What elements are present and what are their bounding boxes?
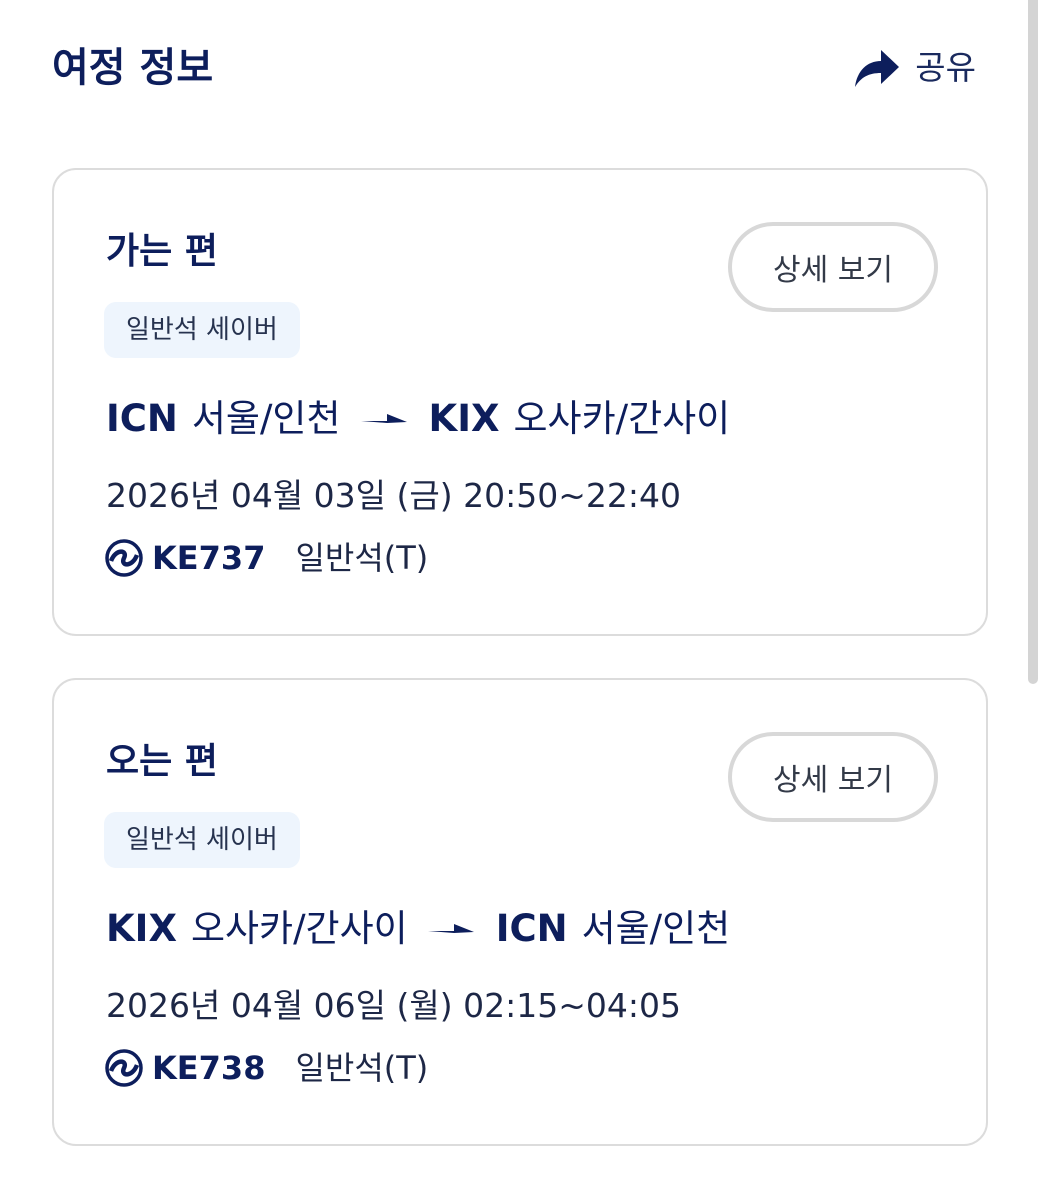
share-button[interactable]: 공유 bbox=[853, 40, 976, 96]
route: KIX 오사카/간사이 ICN 서울/인천 bbox=[106, 902, 730, 956]
leg-card-return: 오는 편 상세 보기 일반석 세이버 KIX 오사카/간사이 ICN 서울/인천… bbox=[52, 678, 988, 1146]
flight-info: KE738 일반석(T) bbox=[104, 1044, 428, 1092]
leg-title: 가는 편 bbox=[106, 231, 218, 272]
origin-name: 서울/인천 bbox=[191, 397, 341, 440]
view-details-button[interactable]: 상세 보기 bbox=[728, 732, 938, 822]
flight-arrow-icon bbox=[360, 414, 407, 423]
destination-code: KIX bbox=[428, 397, 500, 440]
destination-name: 서울/인천 bbox=[581, 907, 731, 950]
seat-class: 일반석(T) bbox=[295, 539, 429, 577]
destination-code: ICN bbox=[495, 907, 568, 950]
flight-datetime: 2026년 04월 06일 (월) 02:15~04:05 bbox=[106, 986, 681, 1025]
leg-title: 오는 편 bbox=[106, 741, 218, 782]
flight-info: KE737 일반석(T) bbox=[104, 534, 428, 582]
share-label: 공유 bbox=[915, 48, 976, 87]
page-title: 여정 정보 bbox=[52, 45, 214, 91]
header: 여정 정보 공유 bbox=[52, 38, 978, 102]
leg-card-outbound: 가는 편 상세 보기 일반석 세이버 ICN 서울/인천 KIX 오사카/간사이… bbox=[52, 168, 988, 636]
fare-class-badge: 일반석 세이버 bbox=[104, 302, 300, 358]
route: ICN 서울/인천 KIX 오사카/간사이 bbox=[106, 392, 730, 446]
destination-name: 오사카/간사이 bbox=[513, 397, 731, 440]
share-arrow-icon bbox=[855, 50, 900, 87]
scrollbar[interactable] bbox=[1028, 0, 1038, 684]
itinerary-page: 여정 정보 공유 가는 편 상세 보기 일반석 세이버 ICN 서울/인천 KI… bbox=[0, 0, 1038, 1200]
flight-number: KE737 bbox=[152, 539, 266, 577]
korean-air-logo-icon bbox=[105, 1049, 143, 1087]
flight-datetime: 2026년 04월 03일 (금) 20:50~22:40 bbox=[106, 476, 681, 515]
flight-arrow-icon bbox=[427, 924, 474, 933]
origin-name: 오사카/간사이 bbox=[190, 907, 408, 950]
korean-air-logo-icon bbox=[105, 539, 143, 577]
fare-class-badge: 일반석 세이버 bbox=[104, 812, 300, 868]
seat-class: 일반석(T) bbox=[295, 1049, 429, 1087]
origin-code: KIX bbox=[106, 907, 177, 950]
flight-number: KE738 bbox=[152, 1049, 266, 1087]
origin-code: ICN bbox=[106, 397, 178, 440]
view-details-button[interactable]: 상세 보기 bbox=[728, 222, 938, 312]
